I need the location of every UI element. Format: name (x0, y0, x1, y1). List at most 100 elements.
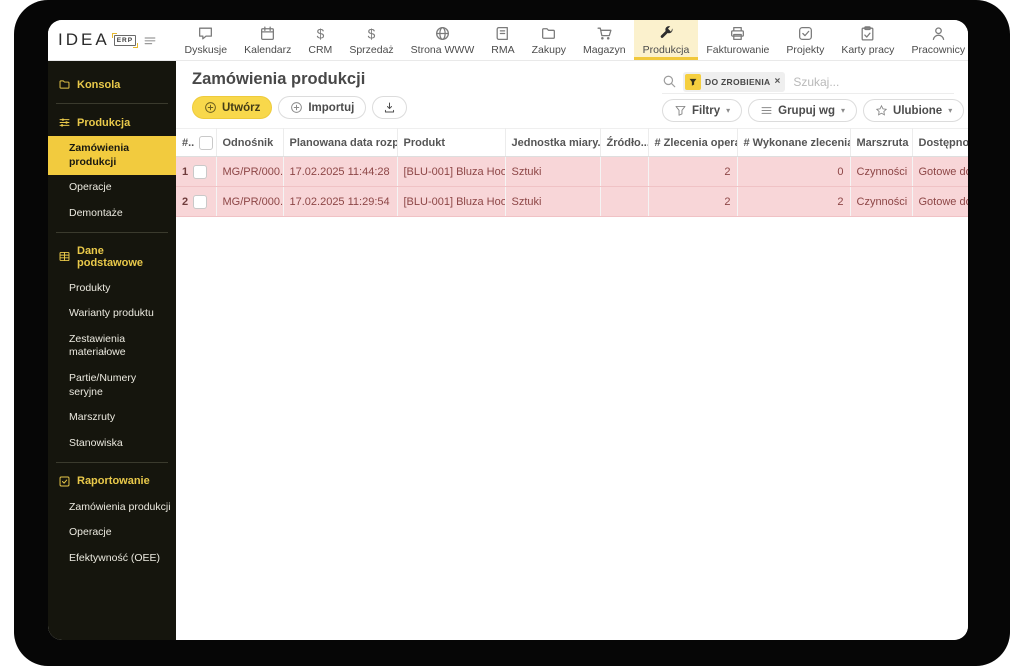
cell-done-count: 0 (737, 156, 851, 187)
sidebar-section-label: Produkcja (77, 116, 131, 129)
cell-ref[interactable]: MG/PR/000... (216, 186, 284, 217)
col-ref[interactable]: Odnośnik (216, 128, 284, 157)
table-row[interactable]: 2 MG/PR/000... 17.02.2025 11:29:54 [BLU-… (176, 186, 968, 217)
nav-item-rma[interactable]: RMA (483, 20, 523, 60)
sidebar-section-dane-podstawowe[interactable]: Dane podstawowe (48, 238, 176, 276)
import-button-label: Importuj (308, 101, 355, 114)
search-facet[interactable]: DO ZROBIENIA × (683, 71, 786, 92)
col-uom[interactable]: Jednostka miary... (505, 128, 601, 157)
nav-item-crm[interactable]: $ CRM (300, 20, 341, 60)
facet-close-icon[interactable]: × (774, 76, 780, 87)
nav-item-zakupy[interactable]: Zakupy (523, 20, 574, 60)
app-window: IDEA ERP Dyskusje Kalendarz $ CRM $ Sprz… (48, 20, 968, 640)
sidebar-item-zamowienia-produkcji[interactable]: Zamówienia produkcji (48, 136, 176, 176)
top-bar: IDEA ERP Dyskusje Kalendarz $ CRM $ Sprz… (48, 20, 968, 61)
export-button[interactable] (372, 96, 408, 119)
cell-done-count: 2 (737, 186, 851, 217)
nav-item-magazyn[interactable]: Magazyn (575, 20, 635, 60)
sidebar-item-demontaze[interactable]: Demontaże (48, 201, 176, 227)
cell-route: Czynności (850, 156, 913, 187)
col-done-count[interactable]: # Wykonane zlecenia ... (737, 128, 851, 157)
table-header-row: #.. Odnośnik Planowana data rozpo... Pro… (176, 128, 968, 157)
cell-planned-date: 17.02.2025 11:29:54 (283, 186, 398, 217)
nav-item-karty-pracy[interactable]: Karty pracy (833, 20, 903, 60)
create-button[interactable]: Utwórz (192, 96, 273, 119)
app-body: Konsola Produkcja Zamówienia produkcji O… (48, 61, 968, 640)
create-button-label: Utwórz (222, 101, 261, 114)
sidebar-item-stanowiska[interactable]: Stanowiska (48, 431, 176, 457)
wrench-icon (658, 25, 675, 42)
nav-item-label: Strona WWW (410, 43, 475, 56)
nav-item-produkcja[interactable]: Produkcja (634, 20, 698, 60)
cell-operations-count: 2 (648, 186, 738, 217)
app-nav: Dyskusje Kalendarz $ CRM $ Sprzedaż Stro… (176, 20, 968, 60)
col-availability[interactable]: Dostępność m (912, 128, 968, 157)
sidebar: Konsola Produkcja Zamówienia produkcji O… (48, 61, 176, 640)
search-bar[interactable]: DO ZROBIENIA × (662, 70, 954, 94)
cell-availability: Gotowe do st (912, 186, 968, 217)
nav-item-projekty[interactable]: Projekty (778, 20, 833, 60)
col-index[interactable]: #.. (176, 128, 217, 157)
cell-planned-date: 17.02.2025 11:44:28 (283, 156, 398, 187)
sidebar-divider (56, 231, 168, 233)
sidebar-item-partie-numery-seryjne[interactable]: Partie/Numery seryjne (48, 366, 176, 405)
dollar-icon: $ (363, 25, 380, 42)
sidebar-item-produkty[interactable]: Produkty (48, 276, 176, 302)
nav-item-kalendarz[interactable]: Kalendarz (236, 20, 300, 60)
folder-icon (540, 25, 557, 42)
sidebar-item-raport-operacje[interactable]: Operacje (48, 520, 176, 546)
filters-button[interactable]: Filtry ▾ (662, 99, 743, 122)
col-route[interactable]: Marszruta (850, 128, 913, 157)
row-checkbox[interactable] (193, 164, 208, 179)
row-checkbox[interactable] (193, 194, 208, 209)
table-row[interactable]: 1 MG/PR/000... 17.02.2025 11:44:28 [BLU-… (176, 156, 968, 187)
col-source[interactable]: Źródło... (600, 128, 649, 157)
nav-item-sprzedaz[interactable]: $ Sprzedaż (341, 20, 402, 60)
sidebar-item-zestawienia-materialowe[interactable]: Zestawienia materiałowe (48, 327, 176, 366)
sidebar-item-warianty-produktu[interactable]: Warianty produktu (48, 301, 176, 327)
sidebar-section-produkcja[interactable]: Produkcja (48, 109, 176, 136)
calendar-icon (259, 25, 276, 42)
col-product[interactable]: Produkt (397, 128, 506, 157)
hamburger-menu-icon[interactable] (142, 32, 158, 48)
sidebar-section-raportowanie[interactable]: Raportowanie (48, 468, 176, 495)
nav-item-fakturowanie[interactable]: Fakturowanie (698, 20, 778, 60)
sidebar-item-marszruty[interactable]: Marszruty (48, 405, 176, 431)
favorites-button-label: Ulubione (893, 104, 943, 117)
col-planned-date[interactable]: Planowana data rozpo... (283, 128, 398, 157)
sidebar-item-efektywnosc-oee[interactable]: Efektywność (OEE) (48, 546, 176, 572)
cell-route: Czynności (850, 186, 913, 217)
nav-item-strona-www[interactable]: Strona WWW (402, 20, 483, 60)
nav-item-label: Projekty (786, 43, 825, 56)
download-icon (383, 101, 396, 114)
cell-operations-count: 2 (648, 156, 738, 187)
control-panel: Zamówienia produkcji Utwórz Importuj DO … (176, 61, 968, 128)
search-input[interactable] (791, 73, 954, 90)
sidebar-section-konsola[interactable]: Konsola (48, 71, 176, 98)
brand-name: IDEA (58, 30, 110, 49)
sidebar-item-raport-zamowienia-produkcji[interactable]: Zamówienia produkcji (48, 495, 176, 521)
brand-logo[interactable]: IDEA ERP (48, 20, 176, 60)
printer-icon (729, 25, 746, 42)
sliders-icon (58, 116, 71, 129)
select-all-checkbox[interactable] (199, 135, 214, 150)
filter-funnel-icon (685, 73, 701, 90)
col-operations-count[interactable]: # Zlecenia opera... (648, 128, 738, 157)
import-button[interactable]: Importuj (278, 96, 367, 119)
nav-item-pracownicy[interactable]: Pracownicy (903, 20, 968, 60)
sidebar-item-operacje[interactable]: Operacje (48, 175, 176, 201)
cell-index: 2 (176, 186, 217, 217)
funnel-icon (674, 104, 687, 117)
cell-uom: Sztuki (505, 186, 601, 217)
person-icon (930, 25, 947, 42)
search-icon (662, 74, 677, 89)
group-by-button[interactable]: Grupuj wg ▾ (748, 99, 858, 122)
favorites-button[interactable]: Ulubione ▾ (863, 99, 965, 122)
cell-ref[interactable]: MG/PR/000... (216, 156, 284, 187)
chevron-down-icon: ▾ (841, 106, 846, 115)
view-controls: Filtry ▾ Grupuj wg ▾ Ulubione ▾ (662, 99, 965, 122)
list-icon (760, 104, 773, 117)
sidebar-section-label: Konsola (77, 78, 121, 91)
nav-item-dyskusje[interactable]: Dyskusje (176, 20, 236, 60)
sidebar-section-label: Raportowanie (77, 475, 150, 488)
